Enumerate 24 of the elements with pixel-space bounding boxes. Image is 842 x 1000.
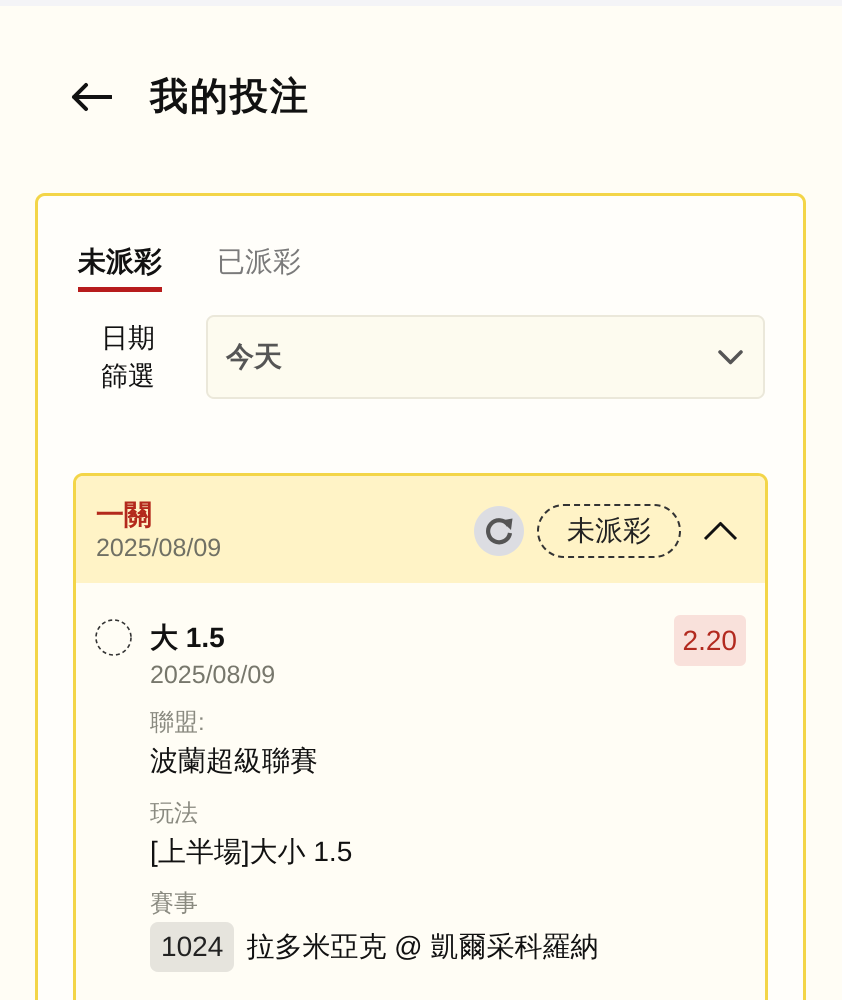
match-number-tag: 1024 xyxy=(150,922,234,972)
date-dropdown[interactable]: 今天 xyxy=(206,315,765,399)
chevron-down-icon xyxy=(718,350,743,364)
bet-selection: 大 1.5 xyxy=(150,621,225,655)
play-label: 玩法 xyxy=(150,799,198,829)
league-label: 聯盟: xyxy=(150,708,205,738)
dashed-circle-icon xyxy=(95,619,132,656)
bet-date: 2025/08/09 xyxy=(96,533,222,564)
odds-tag: 2.20 xyxy=(674,615,746,666)
status-tag: 未派彩 xyxy=(537,504,681,558)
tab[interactable]: 已派彩 xyxy=(217,245,301,292)
bet-type: 一關 xyxy=(96,498,152,532)
back-arrow-icon[interactable] xyxy=(70,82,112,112)
refresh-icon xyxy=(484,516,514,546)
match-label: 賽事 xyxy=(150,889,198,919)
refresh-button[interactable] xyxy=(474,506,524,556)
date-filter-label: 日期篩選 xyxy=(100,322,156,393)
match-teams: 拉多米亞克 @ 凱爾采科羅納 xyxy=(246,930,598,964)
tab[interactable]: 未派彩 xyxy=(78,245,162,292)
chevron-up-icon[interactable] xyxy=(703,521,738,541)
league-value: 波蘭超級聯賽 xyxy=(150,744,318,778)
play-value: [上半場]大小 1.5 xyxy=(150,835,352,869)
selection-date: 2025/08/09 xyxy=(150,660,276,691)
page-title: 我的投注 xyxy=(150,75,310,120)
